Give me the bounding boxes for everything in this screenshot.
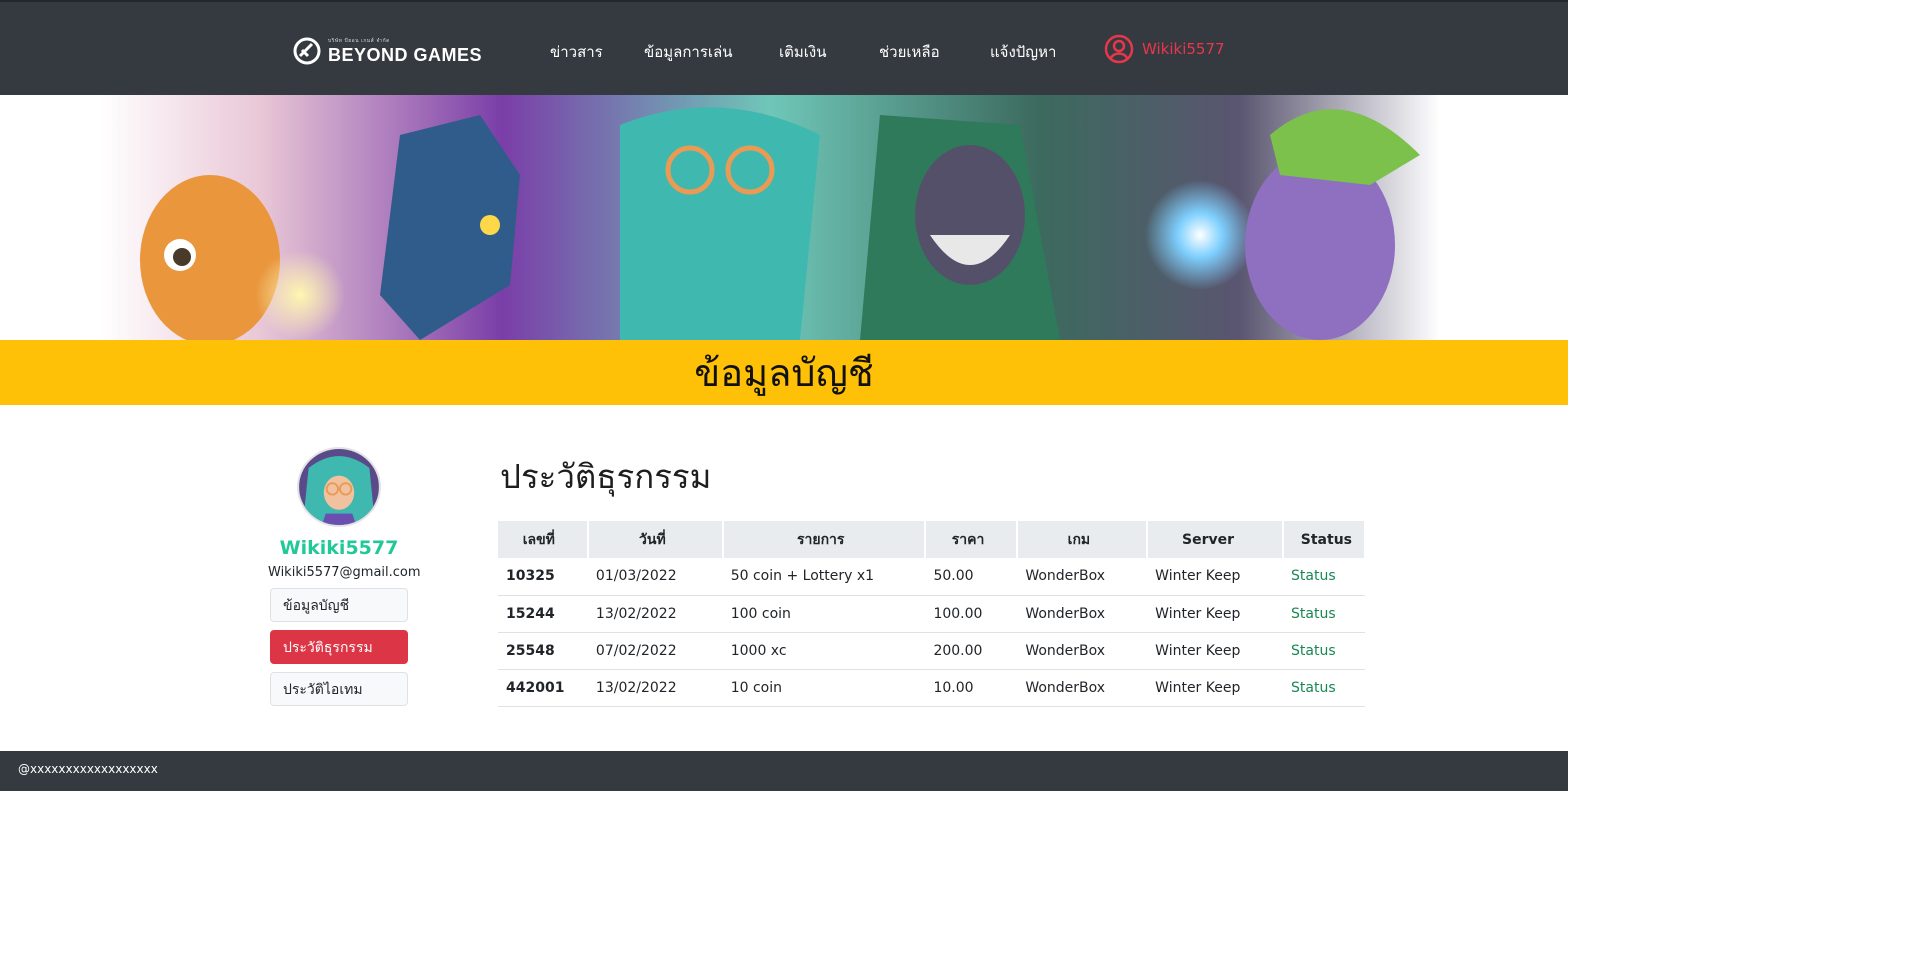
cell-date: 01/03/2022 — [587, 558, 723, 596]
cell-number: 442001 — [498, 669, 588, 707]
cell-item: 50 coin + Lottery x1 — [722, 558, 926, 596]
cell-date: 13/02/2022 — [587, 595, 723, 633]
col-game: เกม — [1017, 521, 1149, 558]
cell-price: 50.00 — [925, 558, 1018, 596]
menu-item-history[interactable]: ประวัติไอเทม — [270, 672, 408, 706]
beyond-games-logo[interactable]: บริษัท บียอน เกมส์ จำกัด BEYOND GAMES — [292, 36, 482, 66]
cell-price: 10.00 — [925, 669, 1018, 707]
page-title: ข้อมูลบัญชี — [694, 351, 874, 395]
table-row: 442001 13/02/2022 10 coin 10.00 WonderBo… — [498, 669, 1365, 707]
avatar — [297, 447, 381, 527]
cell-game: WonderBox — [1017, 632, 1148, 670]
user-name-label: Wikiki5577 — [1142, 40, 1225, 58]
nav-news[interactable]: ข่าวสาร — [550, 40, 603, 64]
col-number: เลขที่ — [498, 521, 589, 558]
page-title-band: ข้อมูลบัญชี — [0, 340, 1568, 405]
nav-play-info[interactable]: ข้อมูลการเล่น — [644, 40, 732, 64]
cell-game: WonderBox — [1017, 669, 1148, 707]
cell-item: 10 coin — [722, 669, 926, 707]
cell-server: Winter Keep — [1147, 595, 1284, 633]
menu-account-info[interactable]: ข้อมูลบัญชี — [270, 588, 408, 622]
cell-number: 25548 — [498, 632, 588, 670]
user-icon — [1104, 34, 1134, 64]
cell-status-link[interactable]: Status — [1283, 632, 1365, 670]
table-row: 15244 13/02/2022 100 coin 100.00 WonderB… — [498, 595, 1365, 633]
profile-sidebar: Wikiki5577 Wikiki5577@gmail.com ข้อมูลบั… — [268, 447, 421, 706]
logo-text: BEYOND GAMES — [328, 44, 483, 65]
col-server: Server — [1147, 521, 1285, 558]
cell-server: Winter Keep — [1147, 632, 1284, 670]
footer: @xxxxxxxxxxxxxxxxxx — [0, 751, 1568, 791]
top-navbar: บริษัท บียอน เกมส์ จำกัด BEYOND GAMES ข่… — [0, 0, 1568, 95]
cell-game: WonderBox — [1017, 595, 1148, 633]
cell-date: 07/02/2022 — [587, 632, 723, 670]
cell-status-link[interactable]: Status — [1283, 558, 1365, 596]
logo-icon — [293, 37, 321, 65]
hero-banner — [0, 95, 1568, 340]
cell-number: 15244 — [498, 595, 588, 633]
table-row: 25548 07/02/2022 1000 xc 200.00 WonderBo… — [498, 632, 1365, 670]
cell-date: 13/02/2022 — [587, 669, 723, 707]
nav-report[interactable]: แจ้งปัญหา — [990, 40, 1056, 64]
table-header-row: เลขที่ วันที่ รายการ ราคา เกม Server Sta… — [498, 521, 1366, 558]
col-price: ราคา — [925, 521, 1019, 558]
table-row: 10325 01/03/2022 50 coin + Lottery x1 50… — [498, 558, 1365, 596]
cell-status-link[interactable]: Status — [1283, 595, 1365, 633]
transactions-heading: ประวัติธุรกรรม — [500, 457, 712, 496]
logo-small-text: บริษัท บียอน เกมส์ จำกัด — [328, 37, 390, 44]
user-account-link[interactable]: Wikiki5577 — [1104, 34, 1225, 64]
cell-server: Winter Keep — [1147, 558, 1284, 596]
menu-transaction-history[interactable]: ประวัติธุรกรรม — [270, 630, 408, 664]
footer-text: @xxxxxxxxxxxxxxxxxx — [18, 762, 158, 776]
cell-game: WonderBox — [1017, 558, 1148, 596]
cell-price: 100.00 — [925, 595, 1018, 633]
cell-status-link[interactable]: Status — [1283, 669, 1365, 707]
col-status: Status — [1283, 521, 1366, 558]
col-item: รายการ — [722, 521, 927, 558]
cell-price: 200.00 — [925, 632, 1018, 670]
transactions-section: ประวัติธุรกรรม เลขที่ วันที่ รายการ ราคา… — [498, 450, 1366, 707]
cell-number: 10325 — [498, 558, 588, 596]
col-date: วันที่ — [587, 521, 724, 558]
cell-server: Winter Keep — [1147, 669, 1284, 707]
nav-help[interactable]: ช่วยเหลือ — [879, 40, 940, 64]
cell-item: 100 coin — [722, 595, 926, 633]
profile-email: Wikiki5577@gmail.com — [268, 565, 421, 580]
nav-topup[interactable]: เติมเงิน — [779, 40, 826, 64]
profile-username: Wikiki5577 — [279, 537, 399, 559]
banner-artwork — [100, 95, 1440, 340]
cell-item: 1000 xc — [722, 632, 926, 670]
transactions-table: เลขที่ วันที่ รายการ ราคา เกม Server Sta… — [498, 521, 1366, 707]
